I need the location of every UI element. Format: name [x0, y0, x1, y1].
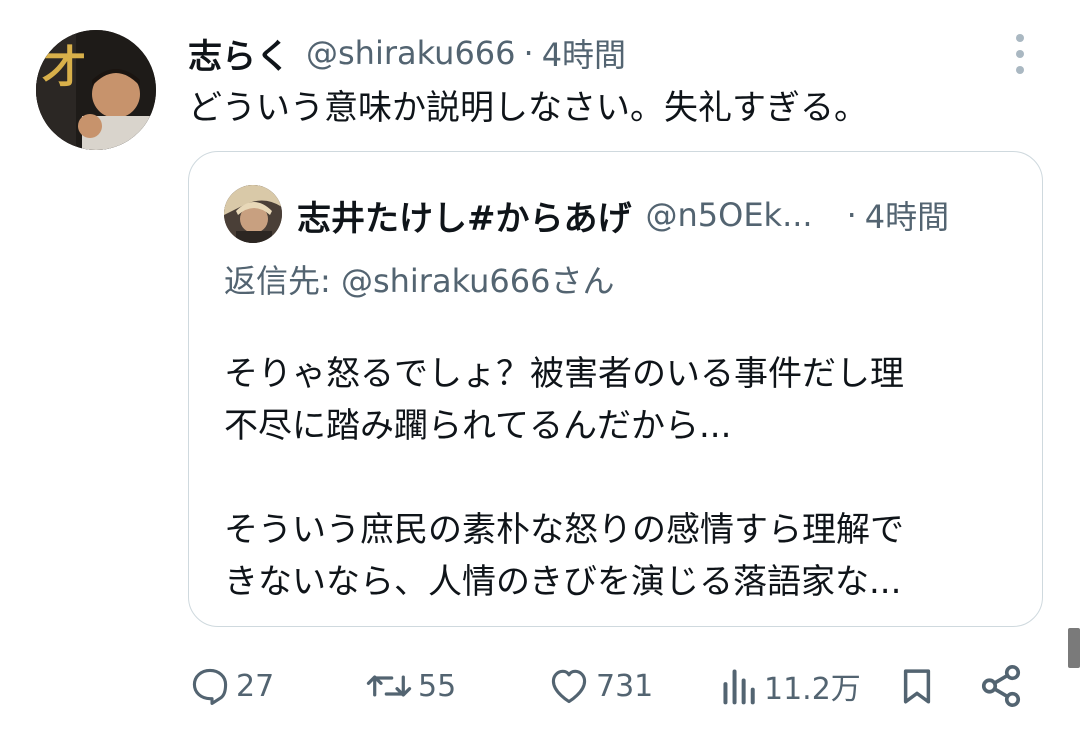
share-icon [981, 665, 1021, 707]
like-button[interactable]: 731 [546, 660, 653, 712]
more-vertical-icon[interactable] [1008, 34, 1032, 74]
bookmark-icon [903, 669, 931, 704]
text-line: 不尽に踏み躙られてるんだから... [224, 406, 732, 446]
quoted-author-display-name[interactable]: 志井たけし#からあげ [297, 191, 632, 240]
share-button[interactable] [978, 660, 1024, 712]
quoted-author-avatar[interactable] [224, 185, 282, 243]
text-line: きないなら、人情のきびを演じる落語家な... [224, 562, 902, 602]
tweet-action-bar: 27 55 731 11.2万 [0, 660, 1080, 712]
author-avatar[interactable]: 才 [36, 30, 156, 150]
like-icon [551, 669, 587, 704]
author-display-name[interactable]: 志らく [188, 29, 290, 78]
reply-to-label: 返信先: @shiraku666さん [224, 262, 615, 300]
retweet-icon [366, 675, 412, 697]
tweet-timestamp[interactable]: 4時間 [542, 30, 626, 76]
scrollbar-thumb[interactable] [1068, 628, 1080, 668]
retweet-count: 55 [418, 668, 457, 704]
separator-dot: · [846, 196, 857, 234]
views-count: 11.2万 [764, 672, 861, 707]
text-line: そりゃ怒るでしょ？被害者のいる事件だし理 [224, 354, 904, 394]
quoted-tweet-timestamp[interactable]: 4時間 [865, 192, 949, 238]
views-icon [723, 669, 755, 705]
tweet-screen: 才 志らく @shiraku666 · 4時間 どういう意味か説明しなさい。失礼… [0, 0, 1080, 735]
reply-button[interactable]: 27 [188, 660, 274, 712]
retweet-button[interactable]: 55 [364, 660, 456, 712]
svg-text:才: 才 [42, 42, 86, 93]
quoted-tweet-paragraph-2: そういう庶民の素朴な怒りの感情すら理解で きないなら、人情のきびを演じる落語家な… [224, 504, 904, 608]
tweet-header: 志らく @shiraku666 · 4時間 [188, 29, 626, 78]
like-count: 731 [596, 668, 654, 704]
quoted-author-handle[interactable]: @n5OEk... [646, 196, 813, 234]
author-handle[interactable]: @shiraku666 [306, 34, 516, 72]
quoted-tweet-paragraph-1: そりゃ怒るでしょ？被害者のいる事件だし理 不尽に踏み躙られてるんだから... [224, 348, 904, 452]
separator-dot: · [523, 34, 534, 72]
text-line: そういう庶民の素朴な怒りの感情すら理解で [224, 510, 904, 550]
bookmark-button[interactable] [896, 660, 938, 712]
reply-count: 27 [236, 668, 275, 704]
quoted-tweet-header: 志井たけし#からあげ @n5OEk... · 4時間 [297, 190, 1017, 240]
tweet-text: どういう意味か説明しなさい。失礼すぎる。 [188, 88, 868, 128]
views-button[interactable]: 11.2万 [720, 660, 861, 712]
reply-icon [192, 668, 228, 705]
quoted-tweet-card[interactable]: 志井たけし#からあげ @n5OEk... · 4時間 返信先: @shiraku… [188, 151, 1043, 627]
